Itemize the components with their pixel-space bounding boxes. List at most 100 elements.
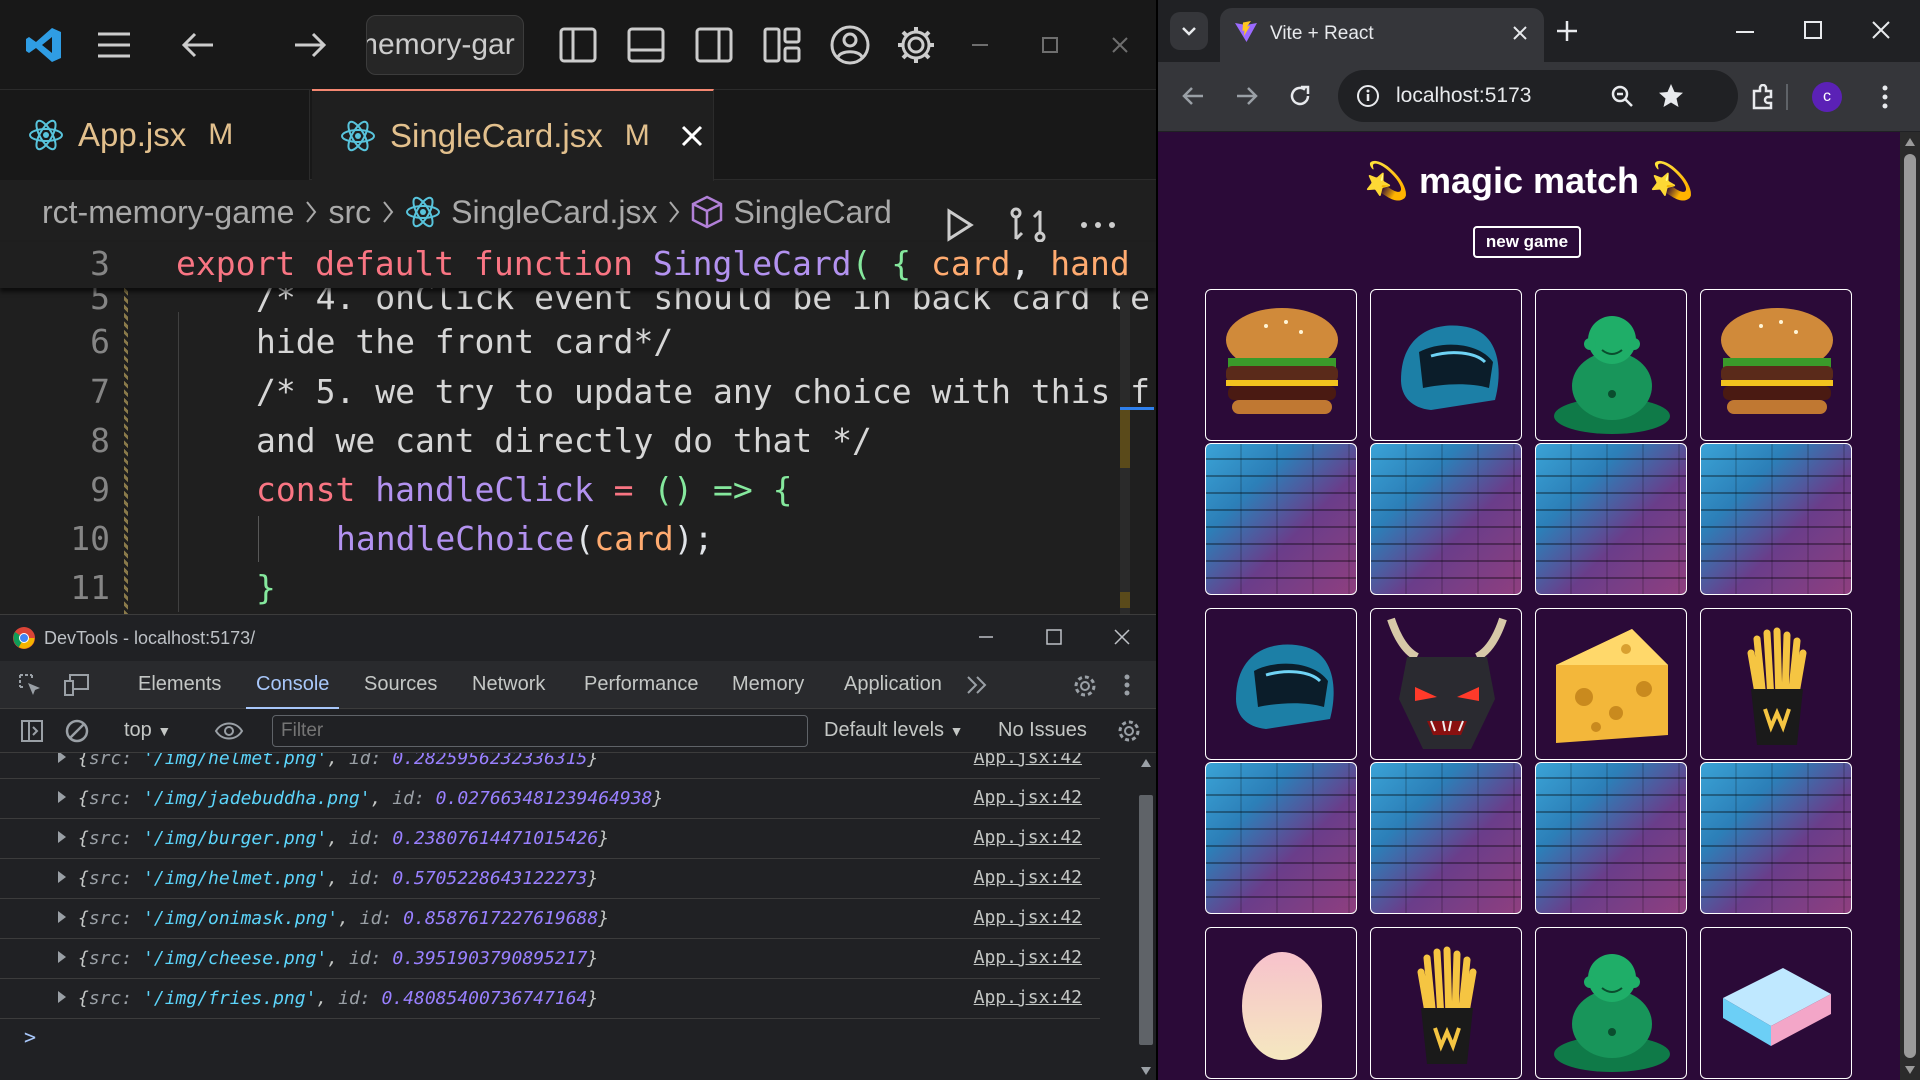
tab-console[interactable]: Console bbox=[246, 661, 340, 709]
close-window-icon[interactable] bbox=[1114, 629, 1130, 645]
tab-memory[interactable]: Memory bbox=[732, 661, 804, 709]
log-source-link[interactable]: App.jsx:42 bbox=[974, 753, 1082, 768]
device-toolbar-icon[interactable] bbox=[64, 673, 90, 697]
card-jade-buddha[interactable] bbox=[1535, 289, 1687, 441]
scroll-down-icon[interactable] bbox=[1905, 1066, 1915, 1074]
card-back[interactable] bbox=[1370, 762, 1522, 914]
tab-performance[interactable]: Performance bbox=[584, 661, 699, 709]
log-source-link[interactable]: App.jsx:42 bbox=[974, 987, 1082, 1008]
close-tab-icon[interactable] bbox=[680, 124, 704, 148]
log-source-link[interactable]: App.jsx:42 bbox=[974, 787, 1082, 808]
card-helmet[interactable] bbox=[1205, 608, 1357, 760]
reload-icon[interactable] bbox=[1288, 84, 1312, 108]
expand-triangle-icon[interactable] bbox=[58, 951, 66, 963]
close-tab-icon[interactable] bbox=[1512, 25, 1528, 41]
code-editor[interactable]: 3 export default function SingleCard( { … bbox=[0, 242, 1156, 614]
console-settings-icon[interactable] bbox=[1116, 718, 1142, 744]
card-back[interactable] bbox=[1700, 443, 1852, 595]
tab-network[interactable]: Network bbox=[472, 661, 545, 709]
card-back[interactable] bbox=[1205, 762, 1357, 914]
card-fries[interactable] bbox=[1700, 608, 1852, 760]
console-log-entry[interactable]: {src: '/img/helmet.png', id: 0.570522864… bbox=[0, 859, 1100, 899]
address-bar[interactable]: localhost:5173 bbox=[1338, 70, 1738, 122]
more-options-icon[interactable] bbox=[1124, 673, 1130, 697]
card-back[interactable] bbox=[1700, 762, 1852, 914]
tab-elements[interactable]: Elements bbox=[138, 661, 221, 709]
toggle-primary-sidebar-icon[interactable] bbox=[550, 18, 606, 72]
browser-tab[interactable]: Vite + React bbox=[1220, 8, 1544, 62]
close-window-icon[interactable] bbox=[1092, 18, 1148, 72]
profile-avatar[interactable]: c bbox=[1812, 82, 1842, 112]
toggle-panel-icon[interactable] bbox=[618, 18, 674, 72]
tab-sources[interactable]: Sources bbox=[364, 661, 437, 709]
site-info-icon[interactable] bbox=[1356, 84, 1380, 108]
card-egg[interactable] bbox=[1205, 927, 1357, 1079]
forward-arrow-icon[interactable] bbox=[282, 18, 338, 72]
tab-singlecard-jsx[interactable]: SingleCard.jsx M bbox=[312, 89, 714, 181]
scroll-down-icon[interactable] bbox=[1141, 1067, 1151, 1075]
menu-icon[interactable] bbox=[86, 18, 142, 72]
log-source-link[interactable]: App.jsx:42 bbox=[974, 947, 1082, 968]
minimize-icon[interactable] bbox=[954, 18, 1010, 72]
card-back[interactable] bbox=[1370, 443, 1522, 595]
more-options-icon[interactable] bbox=[1882, 84, 1888, 110]
tab-application[interactable]: Application bbox=[844, 661, 942, 709]
settings-gear-icon[interactable] bbox=[888, 18, 944, 72]
expand-triangle-icon[interactable] bbox=[58, 911, 66, 923]
issues-counter[interactable]: No Issues bbox=[998, 719, 1087, 742]
card-back[interactable] bbox=[1535, 762, 1687, 914]
log-source-link[interactable]: App.jsx:42 bbox=[974, 867, 1082, 888]
zoom-icon[interactable] bbox=[1610, 84, 1634, 108]
log-source-link[interactable]: App.jsx:42 bbox=[974, 827, 1082, 848]
scroll-up-icon[interactable] bbox=[1905, 138, 1915, 146]
minimize-icon[interactable] bbox=[978, 629, 994, 645]
card-helmet[interactable] bbox=[1370, 289, 1522, 441]
tab-app-jsx[interactable]: App.jsx M bbox=[0, 90, 310, 180]
expand-triangle-icon[interactable] bbox=[58, 753, 66, 763]
card-jade-buddha[interactable] bbox=[1535, 927, 1687, 1079]
back-arrow-icon[interactable] bbox=[1182, 86, 1204, 106]
breadcrumb-symbol[interactable]: SingleCard bbox=[733, 194, 891, 231]
expand-triangle-icon[interactable] bbox=[58, 871, 66, 883]
log-source-link[interactable]: App.jsx:42 bbox=[974, 907, 1082, 928]
account-icon[interactable] bbox=[822, 18, 878, 72]
more-tabs-chevron-icon[interactable] bbox=[966, 675, 988, 695]
new-game-button[interactable]: new game bbox=[1473, 226, 1581, 258]
card-fries[interactable] bbox=[1370, 927, 1522, 1079]
tab-search-chevron-icon[interactable] bbox=[1170, 12, 1208, 50]
log-levels-dropdown[interactable]: Default levels ▼ bbox=[824, 719, 963, 742]
close-window-icon[interactable] bbox=[1872, 21, 1890, 39]
console-log-entry[interactable]: {src: '/img/onimask.png', id: 0.85876172… bbox=[0, 899, 1100, 939]
context-selector[interactable]: top ▼ bbox=[124, 719, 171, 742]
expand-triangle-icon[interactable] bbox=[58, 991, 66, 1003]
console-log-entry[interactable]: {src: '/img/burger.png', id: 0.238076144… bbox=[0, 819, 1100, 859]
breadcrumb-folder[interactable]: rct-memory-game bbox=[42, 194, 294, 231]
extensions-puzzle-icon[interactable] bbox=[1750, 84, 1776, 110]
live-expression-eye-icon[interactable] bbox=[214, 719, 244, 743]
console-log-entry[interactable]: {src: '/img/jadebuddha.png', id: 0.02766… bbox=[0, 779, 1100, 819]
minimize-icon[interactable] bbox=[1736, 30, 1754, 34]
back-arrow-icon[interactable] bbox=[170, 18, 226, 72]
new-tab-plus-icon[interactable] bbox=[1556, 20, 1578, 42]
card-burger[interactable] bbox=[1700, 289, 1852, 441]
maximize-icon[interactable] bbox=[1804, 21, 1822, 39]
expand-triangle-icon[interactable] bbox=[58, 831, 66, 843]
console-prompt[interactable]: > bbox=[24, 1025, 36, 1049]
show-sidebar-icon[interactable] bbox=[20, 719, 44, 743]
card-back[interactable] bbox=[1205, 443, 1357, 595]
breadcrumb-file[interactable]: SingleCard.jsx bbox=[451, 194, 657, 231]
devtools-settings-icon[interactable] bbox=[1072, 673, 1098, 699]
console-log-entry[interactable]: {src: '/img/cheese.png', id: 0.395190379… bbox=[0, 939, 1100, 979]
card-burger[interactable] bbox=[1205, 289, 1357, 441]
clear-console-icon[interactable] bbox=[64, 718, 90, 744]
console-filter-input[interactable] bbox=[272, 715, 808, 747]
scroll-up-icon[interactable] bbox=[1141, 759, 1151, 767]
card-oni-mask[interactable] bbox=[1370, 608, 1522, 760]
toggle-secondary-sidebar-icon[interactable] bbox=[686, 18, 742, 72]
card-back[interactable] bbox=[1535, 443, 1687, 595]
console-log-entry[interactable]: {src: '/img/fries.png', id: 0.4808540073… bbox=[0, 979, 1100, 1019]
console-log-entry[interactable]: {src: '/img/helmet.png', id: 0.282595623… bbox=[0, 753, 1100, 779]
sticky-scroll-line[interactable]: 3 export default function SingleCard( { … bbox=[0, 242, 1156, 288]
page-scrollbar[interactable] bbox=[1900, 132, 1920, 1080]
scrollbar-thumb[interactable] bbox=[1139, 795, 1153, 1045]
